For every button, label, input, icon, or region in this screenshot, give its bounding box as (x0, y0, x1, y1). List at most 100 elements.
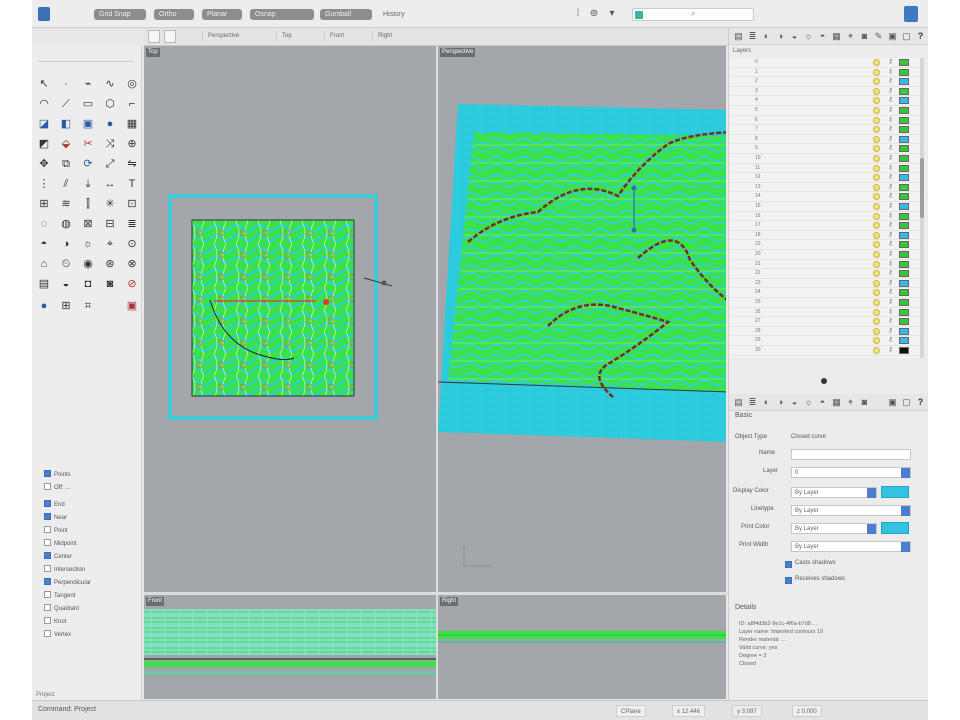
scroll-thumb[interactable] (920, 158, 924, 218)
lock-icon[interactable]: ⚷ (887, 174, 894, 181)
named-views-tab-icon[interactable]: ⌖ (845, 397, 856, 408)
lock-icon[interactable]: ⚷ (887, 309, 894, 316)
display-color-select[interactable]: By Layer (791, 487, 877, 498)
lightbulb-icon[interactable] (873, 337, 880, 345)
textures-tab-icon[interactable]: ▦ (831, 31, 842, 42)
viewport-splitter-horizontal[interactable] (144, 592, 728, 595)
layer-color-swatch[interactable] (899, 260, 909, 268)
lock-icon[interactable]: ⚷ (887, 299, 894, 306)
osnap-toggle[interactable]: Osnap (250, 9, 314, 20)
sphere-icon[interactable]: ● (102, 116, 118, 132)
lock-icon[interactable]: ⚷ (887, 280, 894, 287)
layer-name[interactable]: 10 (755, 154, 761, 163)
ortho-toggle[interactable]: Ortho (154, 9, 194, 20)
tab-front[interactable]: Front (324, 31, 349, 42)
tab-perspective[interactable]: Perspective (202, 31, 244, 42)
lock-icon[interactable]: ⚷ (887, 328, 894, 335)
extrude-icon[interactable]: ⬙ (58, 136, 74, 152)
gumball-icon[interactable]: ⌂ (36, 256, 52, 272)
help-tab-icon[interactable]: ▢ (901, 31, 912, 42)
lightbulb-icon[interactable] (873, 68, 880, 76)
layer-color-swatch[interactable] (899, 212, 909, 220)
notes-tab-icon[interactable]: ▢ (901, 397, 912, 408)
layer-color-swatch[interactable] (899, 145, 909, 153)
layer-name[interactable]: 19 (755, 240, 761, 249)
layer-color-swatch[interactable] (899, 174, 909, 182)
lightbulb-icon[interactable] (873, 126, 880, 134)
viewport-perspective[interactable]: Perspective (438, 46, 726, 592)
grid-snap-toggle[interactable]: Grid Snap (94, 9, 146, 20)
lights-tab-icon[interactable]: ☼ (803, 397, 814, 408)
layer-color-swatch[interactable] (899, 87, 909, 95)
viewport-right[interactable]: Right (438, 595, 726, 699)
lightbulb-icon[interactable] (873, 203, 880, 210)
lock-icon[interactable]: ⚷ (887, 126, 894, 133)
layer-name[interactable]: 30 (755, 346, 761, 355)
lock-icon[interactable]: ⚷ (887, 59, 894, 66)
explode-icon[interactable]: ✳ (102, 196, 118, 212)
lightbulb-icon[interactable] (873, 193, 880, 201)
unlock-icon[interactable]: ⊟ (102, 216, 118, 232)
contour-icon[interactable]: ≋ (58, 196, 74, 212)
layers-tab-icon[interactable]: ≣ (747, 397, 758, 408)
boolean-icon[interactable]: ◩ (36, 136, 52, 152)
checkbox-icon[interactable] (785, 561, 792, 568)
environment-tab-icon[interactable]: ◓ (817, 31, 828, 42)
layer-name[interactable]: 6 (755, 116, 758, 125)
lightbulb-icon[interactable] (873, 87, 880, 95)
section-basic[interactable]: Basic (735, 412, 752, 419)
layer-row[interactable]: 11 ⚷ (729, 164, 925, 174)
lock-icon[interactable]: ⚷ (887, 107, 894, 114)
layer-name[interactable]: 14 (755, 192, 761, 201)
snapshots-tab-icon[interactable]: ◙ (859, 31, 870, 42)
offset-icon[interactable]: ⫽ (58, 176, 74, 192)
named-views-tab-icon[interactable]: ⌖ (845, 31, 856, 42)
grasshopper-icon[interactable]: ⊛ (102, 256, 118, 272)
lightbulb-icon[interactable] (873, 107, 880, 114)
lock-icon[interactable]: ⚷ (887, 165, 894, 172)
layer-color-swatch[interactable] (899, 279, 909, 287)
layer-color-swatch[interactable] (899, 299, 909, 306)
layer-color-swatch[interactable] (899, 68, 909, 76)
layer-select[interactable]: 0 (791, 467, 911, 478)
layer-row[interactable]: 18 ⚷ (729, 231, 925, 241)
layer-row[interactable]: 1 ⚷ (729, 68, 925, 78)
receives-shadows-row[interactable]: Receives shadows (729, 574, 925, 588)
layer-row[interactable]: 22 ⚷ (729, 269, 925, 279)
layer-name[interactable]: 20 (755, 250, 761, 259)
lock-icon[interactable]: ⚷ (887, 232, 894, 239)
lightbulb-icon[interactable] (873, 116, 880, 124)
layer-name[interactable]: 26 (755, 308, 761, 317)
textures-tab-icon[interactable]: ▦ (831, 397, 842, 408)
libraries-tab-icon[interactable]: ▣ (887, 397, 898, 408)
lightbulb-icon[interactable] (873, 97, 880, 105)
section-details[interactable]: Details (735, 604, 756, 611)
linetype-select[interactable]: By Layer (791, 505, 911, 516)
split-icon[interactable]: ⤨ (102, 136, 118, 152)
layer-row[interactable]: 21 ⚷ (729, 260, 925, 270)
layer-name[interactable]: 4 (755, 96, 758, 105)
layer-name[interactable]: 7 (755, 125, 758, 134)
lock-icon[interactable]: ⚷ (887, 347, 894, 354)
layer-row[interactable]: 17 ⚷ (729, 221, 925, 231)
layer-row[interactable]: 4 ⚷ (729, 96, 925, 106)
materials-tab-icon[interactable]: ◒ (789, 397, 800, 408)
osnap-intersection[interactable]: Intersection (44, 565, 85, 576)
history-toggle[interactable]: History (378, 9, 418, 20)
loft-icon[interactable]: ◧ (58, 116, 74, 132)
print-width-select[interactable]: By Layer (791, 541, 911, 552)
layer-color-swatch[interactable] (899, 231, 909, 239)
osnap-off[interactable]: Off: ... (44, 483, 70, 494)
layer-name[interactable]: 17 (755, 221, 761, 230)
osnap-tangent[interactable]: Tangent (44, 591, 75, 602)
layer-name[interactable]: 5 (755, 106, 758, 115)
layer-name[interactable]: 15 (755, 202, 761, 211)
lock-icon[interactable]: ⚷ (887, 203, 894, 210)
layer-name[interactable]: 22 (755, 269, 761, 278)
material-icon[interactable]: ◑ (58, 236, 74, 252)
camera-icon[interactable]: ⌖ (102, 236, 118, 252)
layer-row[interactable]: 13 ⚷ (729, 183, 925, 193)
lock-icon[interactable]: ⚷ (887, 117, 894, 124)
osnap-points[interactable]: Points (44, 470, 71, 481)
layer-name[interactable]: 13 (755, 183, 761, 192)
